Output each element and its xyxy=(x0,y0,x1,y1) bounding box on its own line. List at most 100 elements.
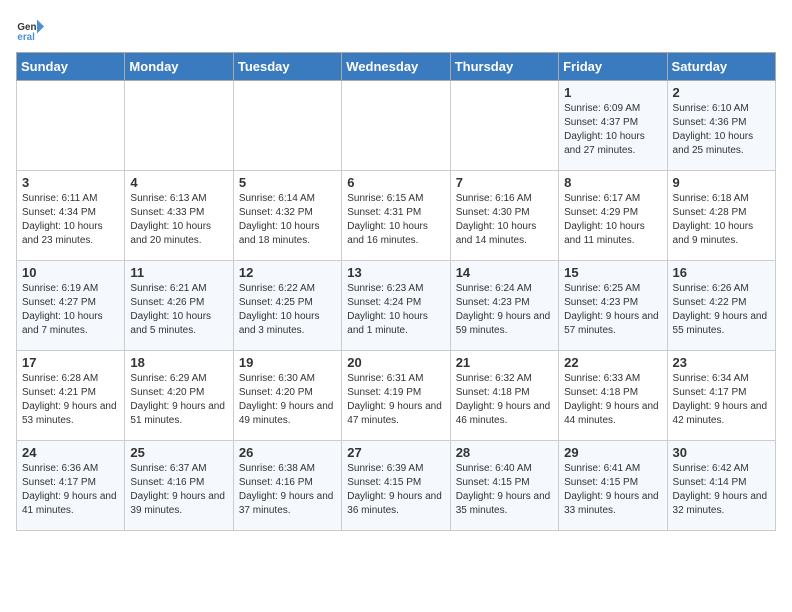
day-number: 2 xyxy=(673,85,770,100)
calendar-cell: 8 Sunrise: 6:17 AM Sunset: 4:29 PM Daylig… xyxy=(559,171,667,261)
day-info: Sunrise: 6:16 AM Sunset: 4:30 PM Dayligh… xyxy=(456,192,553,248)
calendar-cell: 6Sunrise: 6:15 AM Sunset: 4:31 PM Daylig… xyxy=(342,171,450,261)
day-number: 3 xyxy=(22,175,119,190)
calendar-cell: 7 Sunrise: 6:16 AM Sunset: 4:30 PM Daylig… xyxy=(450,171,558,261)
calendar-week-row: 24 Sunrise: 6:36 AM Sunset: 4:17 PM Dayli… xyxy=(17,441,776,531)
calendar-cell: 24 Sunrise: 6:36 AM Sunset: 4:17 PM Dayli… xyxy=(17,441,125,531)
calendar-cell: 23 Sunrise: 6:34 AM Sunset: 4:17 PM Dayli… xyxy=(667,351,775,441)
day-info: Sunrise: 6:33 AM Sunset: 4:18 PM Dayligh… xyxy=(564,372,661,428)
day-info: Sunrise: 6:39 AM Sunset: 4:15 PM Dayligh… xyxy=(347,462,444,518)
calendar-cell: 29 Sunrise: 6:41 AM Sunset: 4:15 PM Dayli… xyxy=(559,441,667,531)
day-number: 17 xyxy=(22,355,119,370)
calendar-cell: 13 Sunrise: 6:23 AM Sunset: 4:24 PM Dayli… xyxy=(342,261,450,351)
calendar-cell xyxy=(342,81,450,171)
calendar-cell: 21 Sunrise: 6:32 AM Sunset: 4:18 PM Dayli… xyxy=(450,351,558,441)
day-number: 21 xyxy=(456,355,553,370)
weekday-header-row: SundayMondayTuesdayWednesdayThursdayFrid… xyxy=(17,53,776,81)
day-number: 7 xyxy=(456,175,553,190)
calendar-week-row: 17 Sunrise: 6:28 AM Sunset: 4:21 PM Dayli… xyxy=(17,351,776,441)
day-info: Sunrise: 6:14 AM Sunset: 4:32 PM Dayligh… xyxy=(239,192,336,248)
day-info: Sunrise: 6:23 AM Sunset: 4:24 PM Dayligh… xyxy=(347,282,444,338)
calendar-cell: 10Sunrise: 6:19 AM Sunset: 4:27 PM Dayli… xyxy=(17,261,125,351)
calendar-cell: 18 Sunrise: 6:29 AM Sunset: 4:20 PM Dayli… xyxy=(125,351,233,441)
day-info: Sunrise: 6:29 AM Sunset: 4:20 PM Dayligh… xyxy=(130,372,227,428)
day-info: Sunrise: 6:38 AM Sunset: 4:16 PM Dayligh… xyxy=(239,462,336,518)
day-number: 12 xyxy=(239,265,336,280)
day-info: Sunrise: 6:17 AM Sunset: 4:29 PM Dayligh… xyxy=(564,192,661,248)
weekday-header-tuesday: Tuesday xyxy=(233,53,341,81)
calendar-cell: 4 Sunrise: 6:13 AM Sunset: 4:33 PM Daylig… xyxy=(125,171,233,261)
day-number: 1 xyxy=(564,85,661,100)
day-info: Sunrise: 6:42 AM Sunset: 4:14 PM Dayligh… xyxy=(673,462,770,518)
day-info: Sunrise: 6:34 AM Sunset: 4:17 PM Dayligh… xyxy=(673,372,770,428)
calendar-cell: 1 Sunrise: 6:09 AM Sunset: 4:37 PM Daylig… xyxy=(559,81,667,171)
day-info: Sunrise: 6:26 AM Sunset: 4:22 PM Dayligh… xyxy=(673,282,770,338)
day-number: 26 xyxy=(239,445,336,460)
calendar-cell: 22 Sunrise: 6:33 AM Sunset: 4:18 PM Dayli… xyxy=(559,351,667,441)
day-info: Sunrise: 6:09 AM Sunset: 4:37 PM Dayligh… xyxy=(564,102,661,158)
calendar-cell: 17 Sunrise: 6:28 AM Sunset: 4:21 PM Dayli… xyxy=(17,351,125,441)
calendar-cell: 12Sunrise: 6:22 AM Sunset: 4:25 PM Dayli… xyxy=(233,261,341,351)
day-number: 9 xyxy=(673,175,770,190)
day-info: Sunrise: 6:21 AM Sunset: 4:26 PM Dayligh… xyxy=(130,282,227,338)
day-number: 28 xyxy=(456,445,553,460)
day-info: Sunrise: 6:25 AM Sunset: 4:23 PM Dayligh… xyxy=(564,282,661,338)
day-number: 15 xyxy=(564,265,661,280)
day-number: 25 xyxy=(130,445,227,460)
day-number: 6 xyxy=(347,175,444,190)
day-number: 16 xyxy=(673,265,770,280)
day-number: 30 xyxy=(673,445,770,460)
day-number: 13 xyxy=(347,265,444,280)
calendar-cell: 2Sunrise: 6:10 AM Sunset: 4:36 PM Daylig… xyxy=(667,81,775,171)
calendar-cell xyxy=(450,81,558,171)
logo-icon: Gen eral xyxy=(16,16,44,44)
day-number: 27 xyxy=(347,445,444,460)
day-info: Sunrise: 6:32 AM Sunset: 4:18 PM Dayligh… xyxy=(456,372,553,428)
day-info: Sunrise: 6:41 AM Sunset: 4:15 PM Dayligh… xyxy=(564,462,661,518)
calendar-week-row: 10Sunrise: 6:19 AM Sunset: 4:27 PM Dayli… xyxy=(17,261,776,351)
calendar-week-row: 3 Sunrise: 6:11 AM Sunset: 4:34 PM Daylig… xyxy=(17,171,776,261)
calendar-cell: 16 Sunrise: 6:26 AM Sunset: 4:22 PM Dayli… xyxy=(667,261,775,351)
day-info: Sunrise: 6:30 AM Sunset: 4:20 PM Dayligh… xyxy=(239,372,336,428)
day-info: Sunrise: 6:28 AM Sunset: 4:21 PM Dayligh… xyxy=(22,372,119,428)
calendar-cell xyxy=(233,81,341,171)
day-info: Sunrise: 6:31 AM Sunset: 4:19 PM Dayligh… xyxy=(347,372,444,428)
logo: Gen eral xyxy=(16,16,48,44)
calendar-cell: 5 Sunrise: 6:14 AM Sunset: 4:32 PM Daylig… xyxy=(233,171,341,261)
day-info: Sunrise: 6:13 AM Sunset: 4:33 PM Dayligh… xyxy=(130,192,227,248)
calendar-cell: 3 Sunrise: 6:11 AM Sunset: 4:34 PM Daylig… xyxy=(17,171,125,261)
day-number: 22 xyxy=(564,355,661,370)
calendar-week-row: 1 Sunrise: 6:09 AM Sunset: 4:37 PM Daylig… xyxy=(17,81,776,171)
day-info: Sunrise: 6:40 AM Sunset: 4:15 PM Dayligh… xyxy=(456,462,553,518)
day-number: 23 xyxy=(673,355,770,370)
day-info: Sunrise: 6:36 AM Sunset: 4:17 PM Dayligh… xyxy=(22,462,119,518)
day-number: 8 xyxy=(564,175,661,190)
weekday-header-saturday: Saturday xyxy=(667,53,775,81)
day-number: 18 xyxy=(130,355,227,370)
calendar-cell: 27 Sunrise: 6:39 AM Sunset: 4:15 PM Dayli… xyxy=(342,441,450,531)
calendar-table: SundayMondayTuesdayWednesdayThursdayFrid… xyxy=(16,52,776,531)
calendar-cell: 14 Sunrise: 6:24 AM Sunset: 4:23 PM Dayli… xyxy=(450,261,558,351)
day-number: 29 xyxy=(564,445,661,460)
day-number: 24 xyxy=(22,445,119,460)
calendar-cell: 26 Sunrise: 6:38 AM Sunset: 4:16 PM Dayli… xyxy=(233,441,341,531)
calendar-cell: 28 Sunrise: 6:40 AM Sunset: 4:15 PM Dayli… xyxy=(450,441,558,531)
day-info: Sunrise: 6:19 AM Sunset: 4:27 PM Dayligh… xyxy=(22,282,119,338)
weekday-header-monday: Monday xyxy=(125,53,233,81)
calendar-cell xyxy=(125,81,233,171)
calendar-cell: 9Sunrise: 6:18 AM Sunset: 4:28 PM Daylig… xyxy=(667,171,775,261)
day-number: 4 xyxy=(130,175,227,190)
day-info: Sunrise: 6:11 AM Sunset: 4:34 PM Dayligh… xyxy=(22,192,119,248)
day-number: 14 xyxy=(456,265,553,280)
day-info: Sunrise: 6:37 AM Sunset: 4:16 PM Dayligh… xyxy=(130,462,227,518)
weekday-header-friday: Friday xyxy=(559,53,667,81)
calendar-cell: 30 Sunrise: 6:42 AM Sunset: 4:14 PM Dayli… xyxy=(667,441,775,531)
weekday-header-sunday: Sunday xyxy=(17,53,125,81)
calendar-cell: 11Sunrise: 6:21 AM Sunset: 4:26 PM Dayli… xyxy=(125,261,233,351)
day-info: Sunrise: 6:24 AM Sunset: 4:23 PM Dayligh… xyxy=(456,282,553,338)
page-header: Gen eral xyxy=(16,16,776,44)
calendar-cell: 19Sunrise: 6:30 AM Sunset: 4:20 PM Dayli… xyxy=(233,351,341,441)
weekday-header-wednesday: Wednesday xyxy=(342,53,450,81)
svg-text:eral: eral xyxy=(17,32,35,43)
day-number: 5 xyxy=(239,175,336,190)
